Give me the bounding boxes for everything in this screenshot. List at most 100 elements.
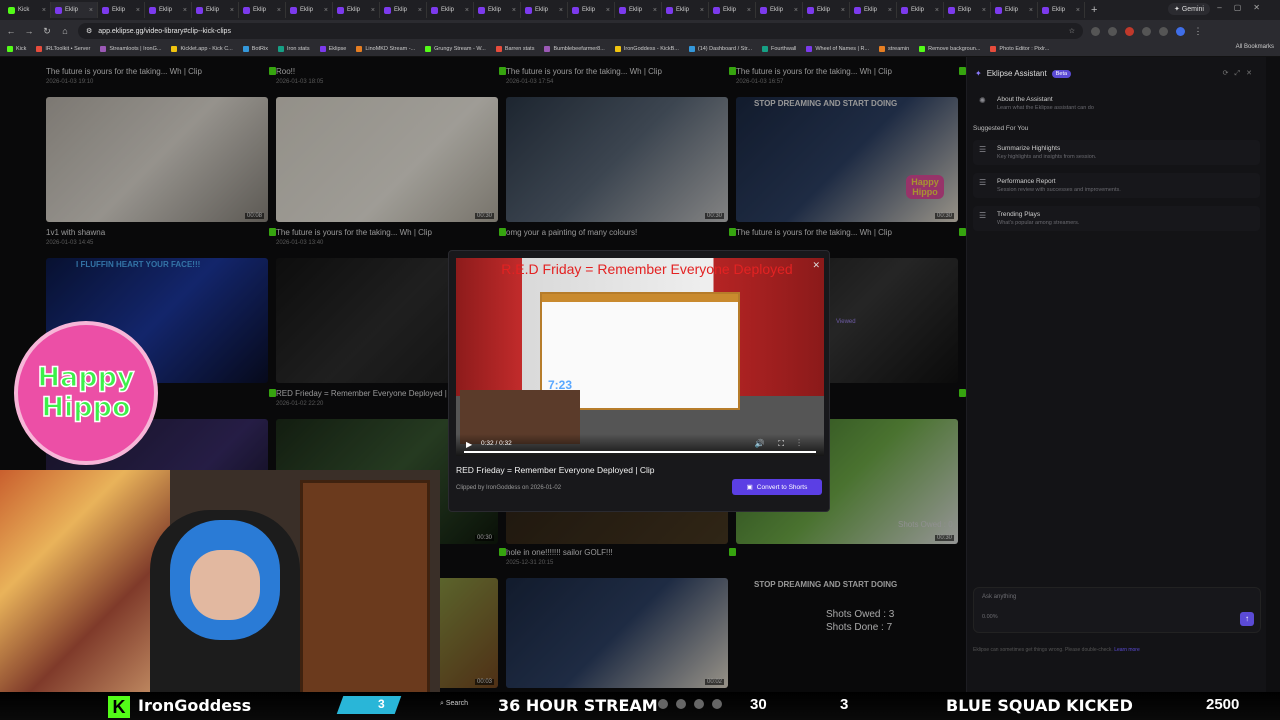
browser-tab[interactable]: Eklip ×: [427, 2, 474, 18]
gemini-button[interactable]: ✦ Gemini: [1167, 3, 1210, 15]
close-tab-icon[interactable]: ×: [465, 7, 469, 14]
bookmark-item[interactable]: Iron stats: [275, 46, 313, 52]
extension-icon[interactable]: [1125, 26, 1134, 36]
kebab-menu-icon[interactable]: ⋮: [1193, 26, 1203, 37]
bookmark-item[interactable]: IronGoddess - KickB...: [612, 46, 682, 52]
bookmark-item[interactable]: Grungy Stream - W...: [422, 46, 489, 52]
close-tab-icon[interactable]: ×: [747, 7, 751, 14]
close-tab-icon[interactable]: ×: [794, 7, 798, 14]
close-tab-icon[interactable]: ×: [841, 7, 845, 14]
close-tab-icon[interactable]: ×: [559, 7, 563, 14]
bookmark-item[interactable]: Wheel of Names | R...: [803, 46, 872, 52]
bookmark-item[interactable]: Streamloots | IronG...: [97, 46, 164, 52]
browser-tab[interactable]: Eklip ×: [239, 2, 286, 18]
close-tab-icon[interactable]: ×: [935, 7, 939, 14]
mode-selector[interactable]: 0.00%: [982, 614, 998, 620]
bookmark-item[interactable]: Remove backgroun...: [916, 46, 983, 52]
browser-tab[interactable]: Eklip ×: [380, 2, 427, 18]
close-tab-icon[interactable]: ×: [888, 7, 892, 14]
extension-icon[interactable]: [1159, 26, 1168, 36]
bookmark-item[interactable]: Kick: [4, 46, 29, 52]
suggestion-performance-report[interactable]: ☰ Performance Report Session review with …: [973, 173, 1260, 198]
player-right-controls[interactable]: 🔊⛶⋮: [754, 439, 814, 449]
browser-tab[interactable]: Eklip ×: [897, 2, 944, 18]
browser-tab[interactable]: Eklip ×: [850, 2, 897, 18]
close-tab-icon[interactable]: ×: [982, 7, 986, 14]
browser-tab[interactable]: Eklip ×: [286, 2, 333, 18]
progress-bar[interactable]: [464, 451, 816, 453]
browser-tab[interactable]: Eklip ×: [145, 2, 192, 18]
browser-tab[interactable]: Eklip ×: [192, 2, 239, 18]
bookmark-item[interactable]: Kicklet.app - Kick C...: [168, 46, 235, 52]
reload-icon[interactable]: ↻: [42, 26, 52, 37]
close-tab-icon[interactable]: ×: [89, 7, 93, 14]
browser-tab[interactable]: Eklip ×: [615, 2, 662, 18]
bookmark-item[interactable]: Bumblebeefarmer8...: [541, 46, 607, 52]
close-tab-icon[interactable]: ×: [42, 7, 46, 14]
close-icon[interactable]: ✕: [812, 260, 820, 271]
bookmark-item[interactable]: LinoMKD Stream -...: [353, 46, 418, 52]
close-tab-icon[interactable]: ×: [277, 7, 281, 14]
close-tab-icon[interactable]: ×: [371, 7, 375, 14]
site-info-icon[interactable]: ⚙: [86, 27, 92, 35]
ask-anything-input[interactable]: Ask anything 0.00% ↑: [973, 587, 1261, 633]
window-controls[interactable]: –▢✕: [1217, 3, 1272, 12]
close-tab-icon[interactable]: ×: [183, 7, 187, 14]
close-tab-icon[interactable]: ×: [653, 7, 657, 14]
extension-icon[interactable]: [1142, 26, 1151, 36]
taskbar-search[interactable]: ⌕ Search: [440, 700, 468, 708]
browser-tab[interactable]: Eklip ×: [521, 2, 568, 18]
app-icon[interactable]: [676, 699, 686, 709]
bookmark-star-icon[interactable]: ☆: [1069, 27, 1075, 35]
close-tab-icon[interactable]: ×: [606, 7, 610, 14]
app-icon[interactable]: [712, 699, 722, 709]
suggestion-trending-plays[interactable]: ☰ Trending Plays What's popular among str…: [973, 206, 1260, 231]
bookmark-item[interactable]: Barren stats: [493, 46, 538, 52]
bookmark-item[interactable]: BotRix: [240, 46, 271, 52]
browser-tab[interactable]: Eklip ×: [944, 2, 991, 18]
suggestion-summarize-highlights[interactable]: ☰ Summarize Highlights Key highlights and…: [973, 140, 1260, 165]
video-player[interactable]: R.E.D Friday = Remember Everyone Deploye…: [456, 258, 824, 456]
close-tab-icon[interactable]: ×: [418, 7, 422, 14]
forward-arrow-icon[interactable]: →: [24, 26, 34, 36]
close-tab-icon[interactable]: ×: [1029, 7, 1033, 14]
new-tab-button[interactable]: +: [1085, 4, 1103, 16]
close-tab-icon[interactable]: ×: [1076, 7, 1080, 14]
browser-tab[interactable]: Eklip ×: [803, 2, 850, 18]
browser-tab[interactable]: Eklip ×: [1038, 2, 1085, 18]
browser-tab[interactable]: Eklip ×: [662, 2, 709, 18]
browser-tab[interactable]: Eklip ×: [333, 2, 380, 18]
browser-tab[interactable]: Eklip ×: [991, 2, 1038, 18]
bookmark-item[interactable]: Eklipse: [317, 46, 350, 52]
browser-tab[interactable]: Eklip ×: [756, 2, 803, 18]
extension-icon[interactable]: [1108, 26, 1117, 36]
sidebar-window-controls[interactable]: ⟳⤢✕: [1223, 69, 1258, 78]
browser-tab[interactable]: Eklip ×: [474, 2, 521, 18]
back-arrow-icon[interactable]: ←: [6, 26, 16, 36]
bookmark-item[interactable]: (14) Dashboard / Str...: [686, 46, 755, 52]
about-assistant-item[interactable]: ✺ About the Assistant Learn what the Ekl…: [973, 92, 1260, 115]
home-icon[interactable]: ⌂: [60, 26, 70, 36]
bookmark-item[interactable]: streamin: [876, 46, 912, 52]
bookmark-item[interactable]: Fourthwall: [759, 46, 799, 52]
close-tab-icon[interactable]: ×: [324, 7, 328, 14]
close-tab-icon[interactable]: ×: [512, 7, 516, 14]
browser-tab[interactable]: Kick ×: [4, 2, 51, 18]
close-tab-icon[interactable]: ×: [230, 7, 234, 14]
browser-tab[interactable]: Eklip ×: [51, 2, 98, 18]
url-bar[interactable]: ⚙ app.eklipse.gg/video-library#clip--kic…: [78, 23, 1083, 39]
send-arrow-icon[interactable]: ↑: [1240, 612, 1254, 626]
browser-tab[interactable]: Eklip ×: [98, 2, 145, 18]
learn-more-link[interactable]: Learn more: [1114, 647, 1140, 653]
extension-icon[interactable]: [1091, 26, 1100, 36]
bookmark-item[interactable]: IRLToolkit • Server: [33, 46, 93, 52]
profile-avatar[interactable]: [1176, 26, 1185, 36]
browser-tab[interactable]: Eklip ×: [709, 2, 756, 18]
close-tab-icon[interactable]: ×: [700, 7, 704, 14]
browser-tab[interactable]: Eklip ×: [568, 2, 615, 18]
convert-to-shorts-button[interactable]: ▣ Convert to Shorts: [732, 479, 822, 495]
app-icon[interactable]: [694, 699, 704, 709]
play-icon[interactable]: ▶: [466, 440, 472, 449]
taskbar-icons[interactable]: [658, 699, 722, 709]
bookmark-item[interactable]: Photo Editor : Pixlr...: [987, 46, 1052, 52]
